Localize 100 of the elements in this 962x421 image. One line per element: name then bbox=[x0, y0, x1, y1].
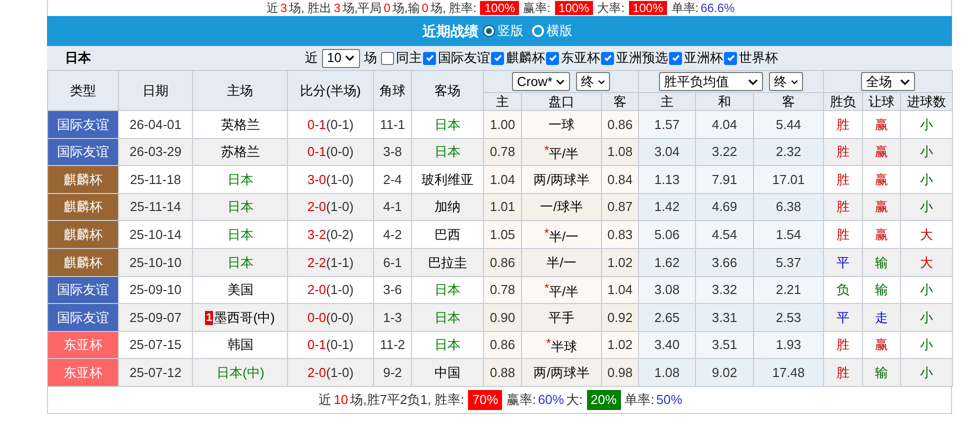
checkbox[interactable] bbox=[601, 52, 614, 64]
checkbox[interactable] bbox=[423, 52, 436, 64]
home-team: 日本 bbox=[228, 170, 254, 189]
result-cell: 负 bbox=[824, 276, 863, 304]
table-cell: 0.86 bbox=[484, 331, 522, 359]
table-cell: 0.86 bbox=[484, 248, 522, 276]
full-time-score: 3-0 bbox=[307, 170, 326, 189]
handicap-line: 一/球半 bbox=[540, 198, 583, 216]
away-team: 巴拉圭 bbox=[412, 248, 484, 276]
checkbox[interactable] bbox=[491, 52, 504, 64]
table-cell: 25-09-10 bbox=[118, 276, 192, 304]
table-cell: 1-3 bbox=[374, 304, 412, 332]
phase-select[interactable]: 终 bbox=[769, 72, 803, 91]
home-team: 日本 bbox=[228, 198, 254, 216]
asterisk-mark: * bbox=[546, 337, 551, 350]
filter-label: 场 bbox=[364, 49, 377, 68]
table-cell: 0.88 bbox=[484, 358, 522, 386]
summary-text: 场,平局 bbox=[342, 1, 382, 15]
away-team: 玻利维亚 bbox=[412, 166, 484, 194]
home-team: 日本 bbox=[228, 226, 254, 244]
goals-result-cell: 小 bbox=[900, 110, 953, 138]
checkbox[interactable] bbox=[724, 52, 737, 64]
summary-text: 近 bbox=[318, 391, 332, 410]
handicap-result-cell: 输 bbox=[862, 276, 901, 304]
half-time-score: (1-0) bbox=[326, 364, 354, 382]
chevron-down-icon bbox=[345, 55, 355, 61]
competition-label: 麒麟杯 bbox=[48, 166, 118, 194]
phase-select[interactable]: 终 bbox=[576, 72, 610, 91]
checkbox[interactable] bbox=[669, 52, 682, 64]
table-cell: 3.04 bbox=[638, 138, 696, 166]
table-cell: 1.04 bbox=[602, 276, 638, 304]
competition-label: 国际友谊 bbox=[48, 304, 118, 332]
handicap-result-cell: 赢 bbox=[862, 331, 901, 359]
summary-count: 10 bbox=[334, 391, 348, 410]
table-cell: 11-2 bbox=[374, 331, 412, 359]
away-team: 加纳 bbox=[412, 193, 484, 221]
section-title: 近期战绩 bbox=[422, 22, 478, 40]
handicap-line: 半球 bbox=[550, 338, 577, 356]
table-cell: 3.66 bbox=[696, 248, 754, 276]
handicap-line: 平/半 bbox=[549, 283, 579, 302]
table-cell: 9.02 bbox=[696, 358, 754, 386]
table-cell: 4-1 bbox=[374, 193, 412, 221]
rate-badge: 20% bbox=[586, 390, 621, 410]
table-cell: 0.87 bbox=[602, 193, 638, 221]
table-cell: 1.08 bbox=[602, 138, 638, 166]
asterisk-mark: * bbox=[544, 282, 550, 294]
filter-option-label: 国际友谊 bbox=[438, 49, 490, 68]
handicap-result-cell: 赢 bbox=[862, 166, 901, 194]
table-cell: 1.08 bbox=[638, 358, 696, 386]
table-cell: 0.83 bbox=[602, 220, 638, 248]
table-cell: 0.98 bbox=[602, 358, 638, 386]
chevron-down-icon bbox=[900, 78, 910, 84]
chevron-down-icon bbox=[598, 78, 605, 84]
table-cell: 3.40 bbox=[638, 331, 696, 359]
away-team: 日本 bbox=[412, 276, 484, 304]
competition-label: 国际友谊 bbox=[48, 110, 118, 138]
filter-option-label: 亚洲预选 bbox=[616, 49, 668, 68]
company-select[interactable]: Crow* bbox=[512, 72, 570, 91]
handicap-result-cell: 赢 bbox=[862, 138, 901, 166]
competition-label: 东亚杯 bbox=[48, 331, 118, 359]
handicap-line: 平手 bbox=[548, 308, 574, 327]
goals-result-cell: 小 bbox=[900, 276, 953, 304]
table-cell: 2.65 bbox=[638, 304, 696, 332]
checkbox[interactable] bbox=[546, 52, 559, 64]
handicap-result-cell: 输 bbox=[862, 248, 901, 276]
scope-select[interactable]: 全场 bbox=[861, 72, 916, 91]
away-team: 日本 bbox=[412, 331, 484, 359]
competition-label: 国际友谊 bbox=[48, 276, 118, 304]
competition-label: 麒麟杯 bbox=[48, 248, 118, 276]
table-cell: 0.90 bbox=[484, 304, 522, 332]
full-time-score: 2-0 bbox=[307, 281, 326, 300]
count-select[interactable]: 10 bbox=[322, 48, 360, 68]
odds-type-select[interactable]: 胜平负均值 bbox=[659, 72, 763, 91]
layout-radio[interactable] bbox=[482, 25, 494, 37]
half-time-score: (1-0) bbox=[326, 198, 354, 216]
summary-text: 场,胜7平2负1, 胜率: bbox=[350, 391, 464, 410]
table-cell: 1.57 bbox=[638, 110, 696, 138]
table-cell: 1.62 bbox=[638, 248, 696, 276]
table-cell: 0.84 bbox=[602, 166, 638, 194]
away-team: 中国 bbox=[412, 358, 484, 386]
table-cell: 3.31 bbox=[696, 304, 754, 332]
result-cell: 胜 bbox=[824, 220, 863, 248]
summary-text: 场,输 bbox=[392, 1, 420, 15]
summary-text: 场, 胜率: bbox=[430, 1, 476, 15]
away-team: 日本 bbox=[412, 110, 484, 138]
competition-label: 麒麟杯 bbox=[48, 220, 118, 248]
checkbox[interactable] bbox=[381, 52, 394, 64]
rate-badge: 70% bbox=[468, 390, 502, 410]
half-time-score: (0-2) bbox=[326, 226, 354, 244]
summary-text: 大: bbox=[566, 391, 583, 410]
result-cell: 胜 bbox=[824, 358, 863, 386]
handicap-line: 两/两球半 bbox=[534, 364, 590, 382]
home-team: 墨西哥(中) bbox=[214, 309, 275, 328]
rate-value: 66.6% bbox=[700, 1, 735, 15]
summary-text: 赢率: bbox=[506, 391, 536, 410]
chevron-down-icon bbox=[556, 78, 565, 84]
filter-label: 近 bbox=[305, 49, 318, 68]
filter-option-label: 东亚杯 bbox=[561, 49, 600, 68]
home-team: 韩国 bbox=[228, 336, 254, 354]
asterisk-mark: * bbox=[544, 226, 550, 239]
